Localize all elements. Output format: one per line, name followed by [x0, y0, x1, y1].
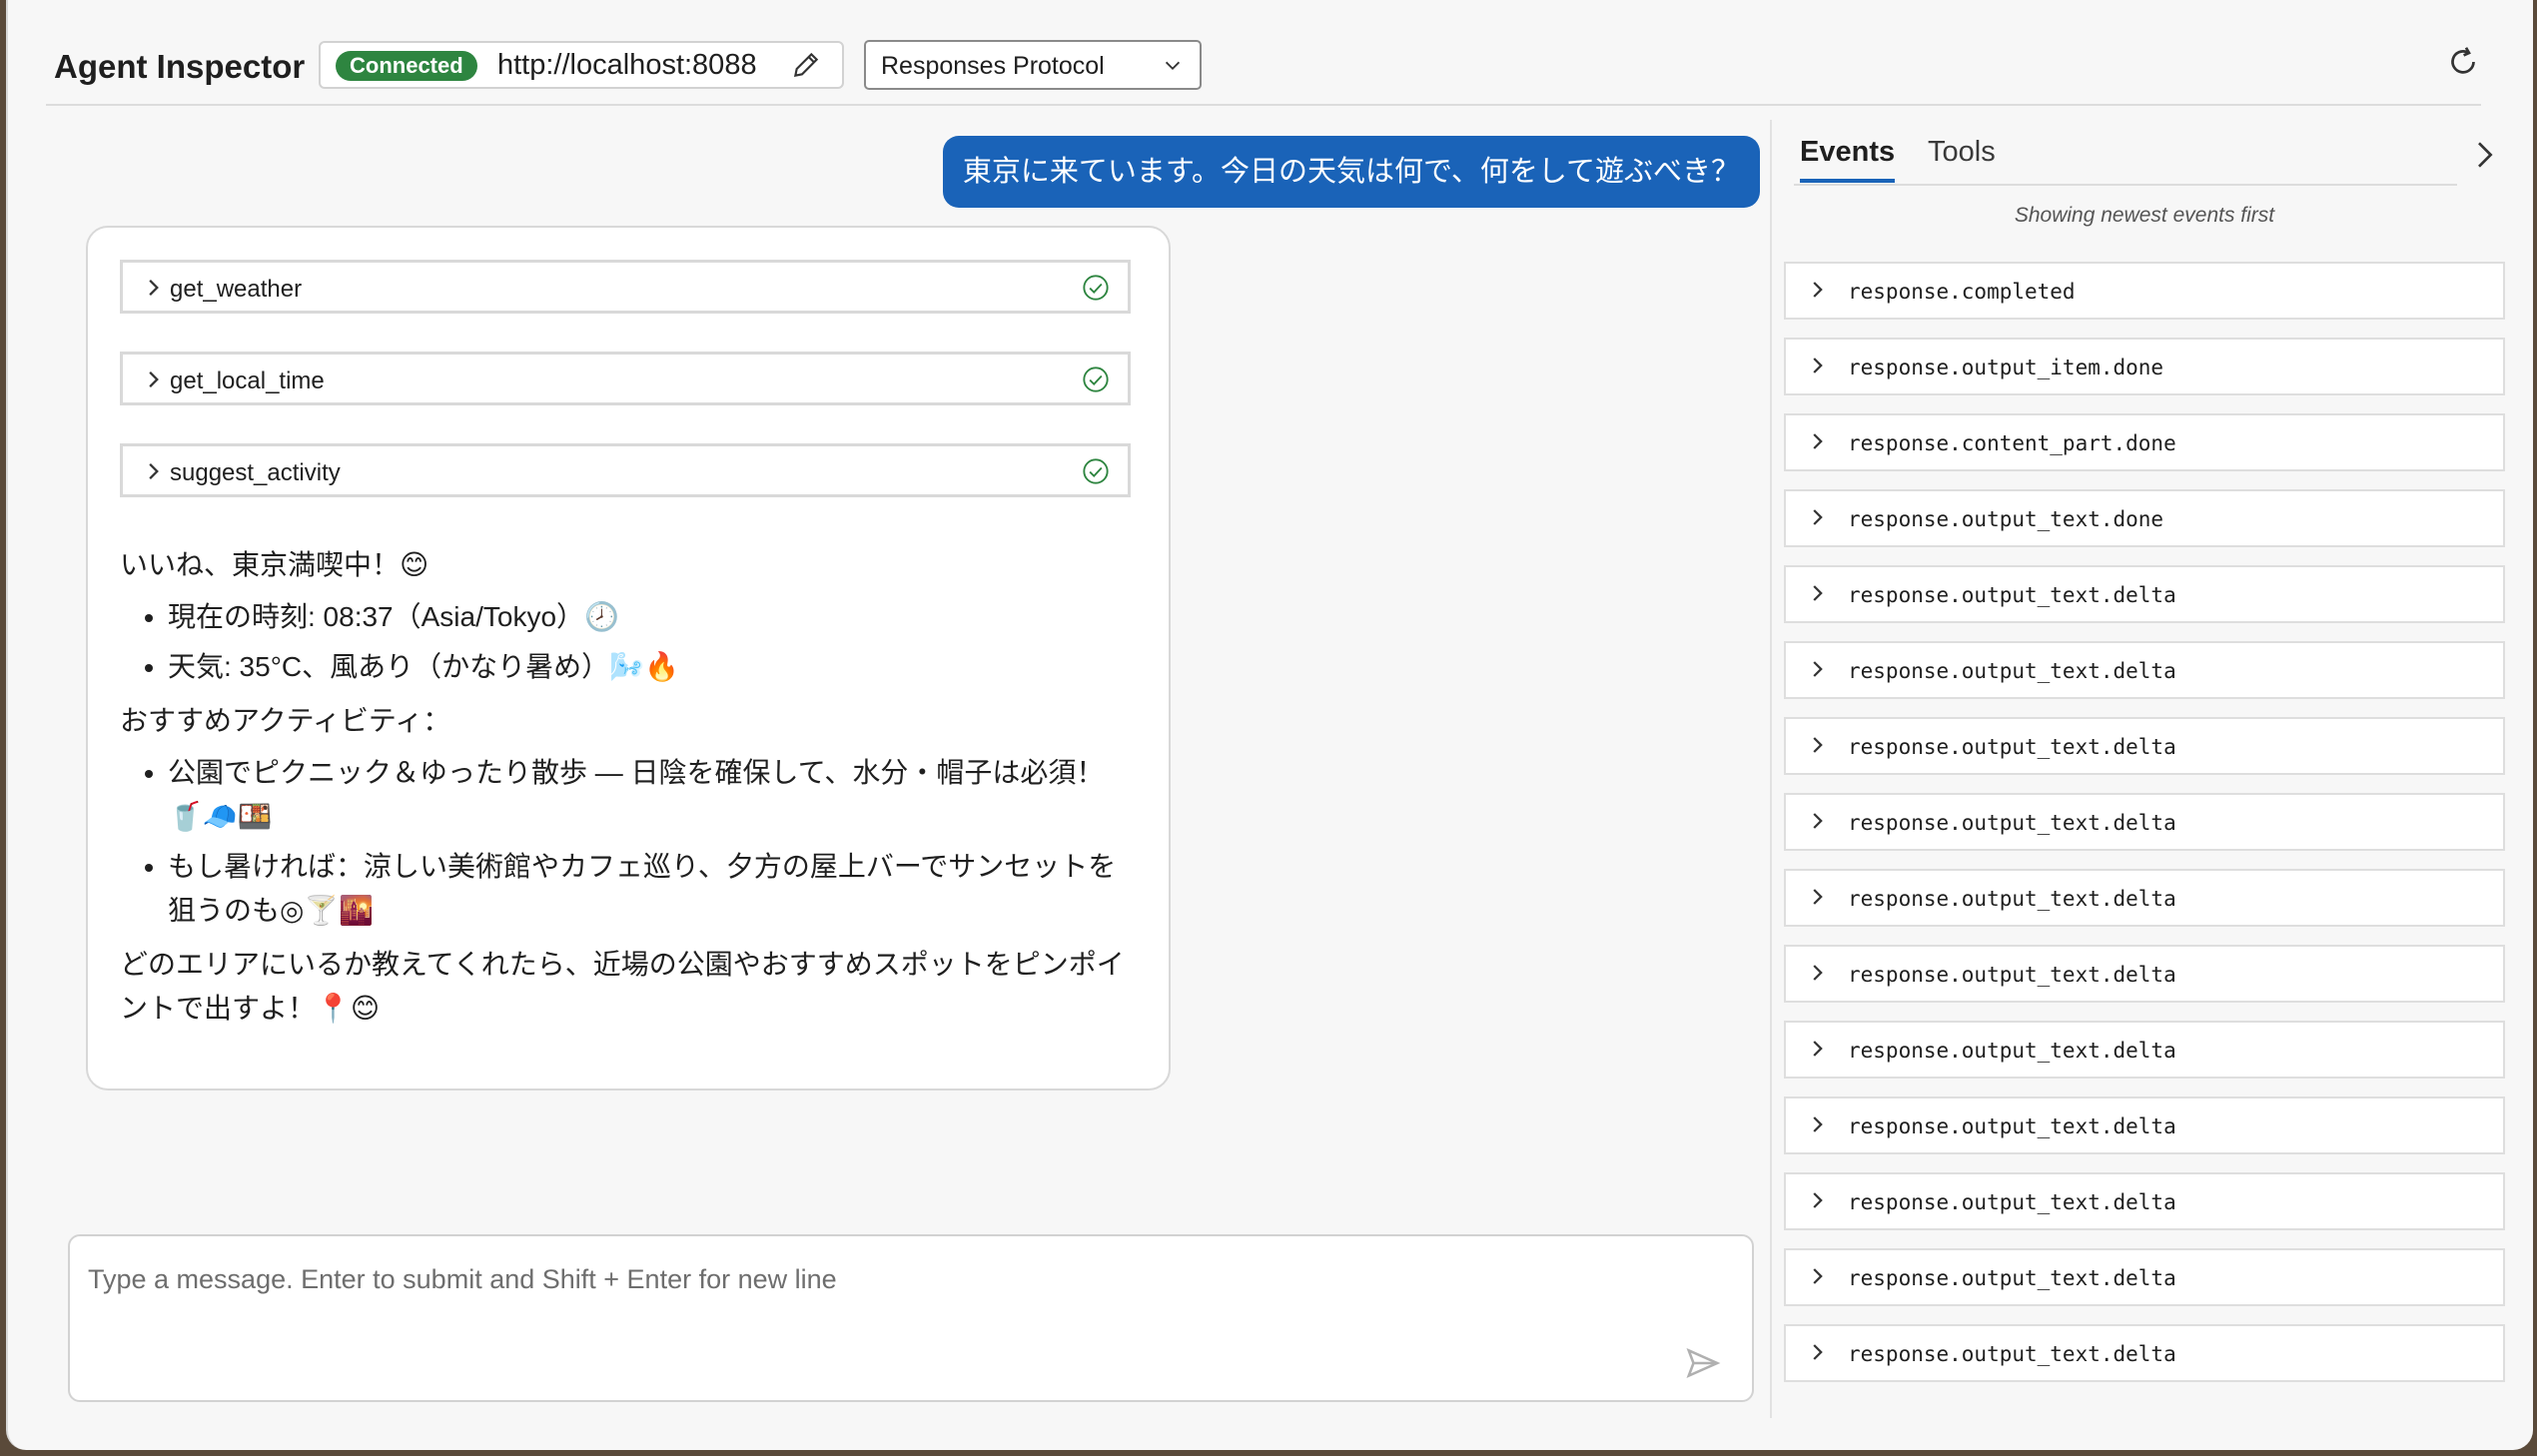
panel-divider: [1770, 120, 1772, 1418]
chevron-right-icon: [1813, 1116, 1823, 1132]
assistant-message: get_weather get_local_time suggest_activ…: [86, 226, 1171, 1091]
chevron-right-icon: [149, 463, 159, 479]
event-item[interactable]: response.output_text.delta: [1784, 1021, 2505, 1079]
event-item[interactable]: response.output_text.delta: [1784, 869, 2505, 927]
header: Agent Inspector Connected http://localho…: [46, 36, 2481, 106]
event-name: response.output_text.delta: [1848, 811, 2176, 835]
chevron-right-icon: [1813, 965, 1823, 981]
event-name: response.output_text.delta: [1848, 659, 2176, 683]
event-name: response.output_text.delta: [1848, 1114, 2176, 1138]
edit-icon[interactable]: [790, 49, 822, 81]
check-circle-icon: [1083, 366, 1109, 392]
chevron-down-icon: [1165, 61, 1181, 71]
events-note: Showing newest events first: [2014, 204, 2275, 227]
event-item[interactable]: response.output_text.delta: [1784, 1172, 2505, 1230]
event-item[interactable]: response.output_text.delta: [1784, 945, 2505, 1003]
chevron-right-icon: [1813, 661, 1823, 677]
chevron-right-icon: [1813, 509, 1823, 525]
event-name: response.content_part.done: [1848, 431, 2176, 455]
tool-call-get-local-time[interactable]: get_local_time: [120, 352, 1131, 405]
check-circle-icon: [1083, 275, 1109, 301]
protocol-select-value: Responses Protocol: [881, 52, 1105, 80]
connection-box: Connected http://localhost:8088: [319, 41, 844, 89]
refresh-icon[interactable]: [2445, 44, 2481, 80]
event-item[interactable]: response.content_part.done: [1784, 413, 2505, 471]
event-name: response.output_text.delta: [1848, 1266, 2176, 1290]
send-icon[interactable]: [1684, 1344, 1722, 1382]
user-message: 東京に来ています。今日の天気は何で、何をして遊ぶべき？: [942, 136, 1760, 208]
side-tabs: Events Tools: [1794, 134, 2457, 186]
event-item[interactable]: response.output_text.delta: [1784, 641, 2505, 699]
chevron-right-icon: [1813, 585, 1823, 601]
assistant-answer: いいね、東京満喫中！😊 現在の時刻: 08:37（Asia/Tokyo）🕗 天気…: [120, 543, 1135, 1031]
tool-call-suggest-activity[interactable]: suggest_activity: [120, 443, 1131, 497]
answer-intro: いいね、東京満喫中！😊: [120, 549, 429, 580]
event-name: response.completed: [1848, 280, 2076, 304]
event-name: response.output_text.done: [1848, 507, 2164, 531]
event-name: response.output_text.delta: [1848, 735, 2176, 759]
chevron-right-icon: [149, 371, 159, 387]
event-item[interactable]: response.completed: [1784, 262, 2505, 320]
app-title: Agent Inspector: [54, 48, 306, 85]
activities-heading: おすすめアクティビティ：: [120, 705, 451, 736]
tool-call-name: suggest_activity: [170, 459, 341, 486]
answer-closing: どのエリアにいるか教えてくれたら、近場の公園やおすすめスポットをピンポイントで出…: [120, 949, 1125, 1024]
events-panel: Events Tools Showing newest events first…: [1784, 120, 2505, 1418]
event-item[interactable]: response.output_text.delta: [1784, 1324, 2505, 1382]
facts-list: 現在の時刻: 08:37（Asia/Tokyo）🕗 天気: 35°C、風あり（か…: [120, 595, 1135, 689]
status-badge: Connected: [336, 51, 477, 81]
event-name: response.output_text.delta: [1848, 963, 2176, 987]
event-name: response.output_text.delta: [1848, 887, 2176, 911]
event-item[interactable]: response.output_text.delta: [1784, 717, 2505, 775]
message-input[interactable]: [86, 1248, 1648, 1310]
event-item[interactable]: response.output_text.delta: [1784, 565, 2505, 623]
event-item[interactable]: response.output_text.delta: [1784, 1096, 2505, 1154]
tab-tools[interactable]: Tools: [1928, 136, 1996, 179]
chevron-right-icon: [1813, 1192, 1823, 1208]
tool-call-name: get_weather: [170, 276, 303, 303]
event-name: response.output_text.delta: [1848, 1190, 2176, 1214]
chevron-right-icon[interactable]: [2473, 140, 2495, 170]
check-circle-icon: [1083, 458, 1109, 484]
tool-call-name: get_local_time: [170, 367, 325, 394]
event-name: response.output_text.delta: [1848, 583, 2176, 607]
list-item: もし暑ければ：涼しい美術館やカフェ巡り、夕方の屋上バーでサンセットを狙うのも◎🍸…: [168, 845, 1135, 933]
protocol-select[interactable]: Responses Protocol: [864, 40, 1202, 90]
chevron-right-icon: [1813, 737, 1823, 753]
list-item: 天気: 35°C、風あり（かなり暑め）🌬️🔥: [168, 645, 1135, 689]
event-item[interactable]: response.output_text.delta: [1784, 793, 2505, 851]
event-item[interactable]: response.output_item.done: [1784, 338, 2505, 395]
chevron-right-icon: [1813, 282, 1823, 298]
event-name: response.output_text.delta: [1848, 1342, 2176, 1366]
event-name: response.output_text.delta: [1848, 1039, 2176, 1063]
event-item[interactable]: response.output_text.delta: [1784, 1248, 2505, 1306]
list-item: 現在の時刻: 08:37（Asia/Tokyo）🕗: [168, 595, 1135, 639]
chevron-right-icon: [1813, 358, 1823, 373]
app-window: Agent Inspector Connected http://localho…: [6, 0, 2533, 1450]
list-item: 公園でピクニック＆ゆったり散歩 — 日陰を確保して、水分・帽子は必須！🥤🧢🍱: [168, 751, 1135, 839]
chevron-right-icon: [1813, 889, 1823, 905]
chat-panel: 東京に来ています。今日の天気は何で、何をして遊ぶべき？ get_weather …: [46, 120, 1760, 1418]
chevron-right-icon: [1813, 1041, 1823, 1057]
tool-call-get-weather[interactable]: get_weather: [120, 260, 1131, 314]
chevron-right-icon: [1813, 1268, 1823, 1284]
server-url: http://localhost:8088: [497, 49, 757, 81]
activities-list: 公園でピクニック＆ゆったり散歩 — 日陰を確保して、水分・帽子は必須！🥤🧢🍱 も…: [120, 751, 1135, 933]
message-composer: [68, 1234, 1754, 1402]
tab-events[interactable]: Events: [1800, 136, 1896, 183]
event-item[interactable]: response.output_text.done: [1784, 489, 2505, 547]
chevron-right-icon: [1813, 813, 1823, 829]
chevron-right-icon: [149, 280, 159, 296]
event-name: response.output_item.done: [1848, 356, 2164, 379]
chevron-right-icon: [1813, 1344, 1823, 1360]
chevron-right-icon: [1813, 433, 1823, 449]
